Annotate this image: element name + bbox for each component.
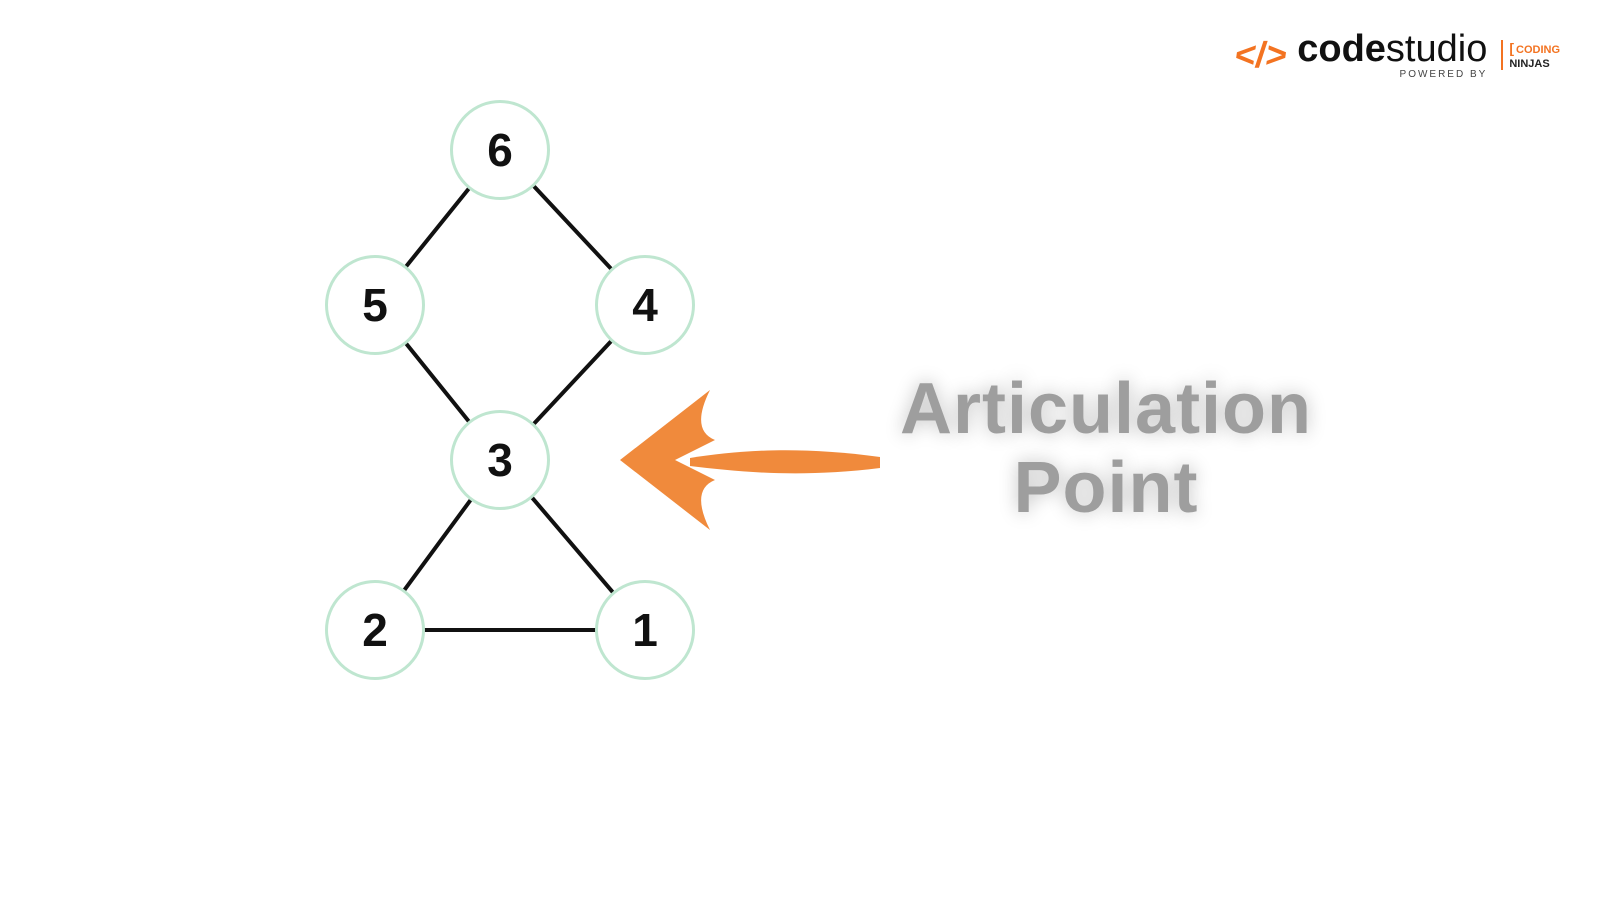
annotation-arrow — [0, 0, 1600, 900]
diagram-stage: { "brand": { "logo_glyph": "</>", "main_… — [0, 0, 1600, 900]
brand-name-light: studio — [1386, 28, 1487, 70]
bracket-icon: [ — [1509, 40, 1514, 56]
annotation-line-2: Point — [900, 449, 1312, 528]
brand-subline: POWERED BY — [1400, 70, 1488, 80]
partner-badge: [CODING NINJAS — [1501, 40, 1560, 70]
brand-text: codestudio POWERED BY — [1297, 30, 1487, 80]
code-icon: </> — [1232, 34, 1290, 76]
annotation-line-1: Articulation — [900, 370, 1312, 449]
partner-bottom: NINJAS — [1509, 58, 1549, 70]
annotation-label: Articulation Point — [900, 370, 1312, 528]
brand-name: codestudio — [1297, 30, 1487, 68]
brand-name-bold: code — [1297, 28, 1386, 70]
partner-top: [CODING — [1509, 40, 1560, 58]
brand-logo: </> codestudio POWERED BY [CODING NINJAS — [1235, 30, 1560, 80]
